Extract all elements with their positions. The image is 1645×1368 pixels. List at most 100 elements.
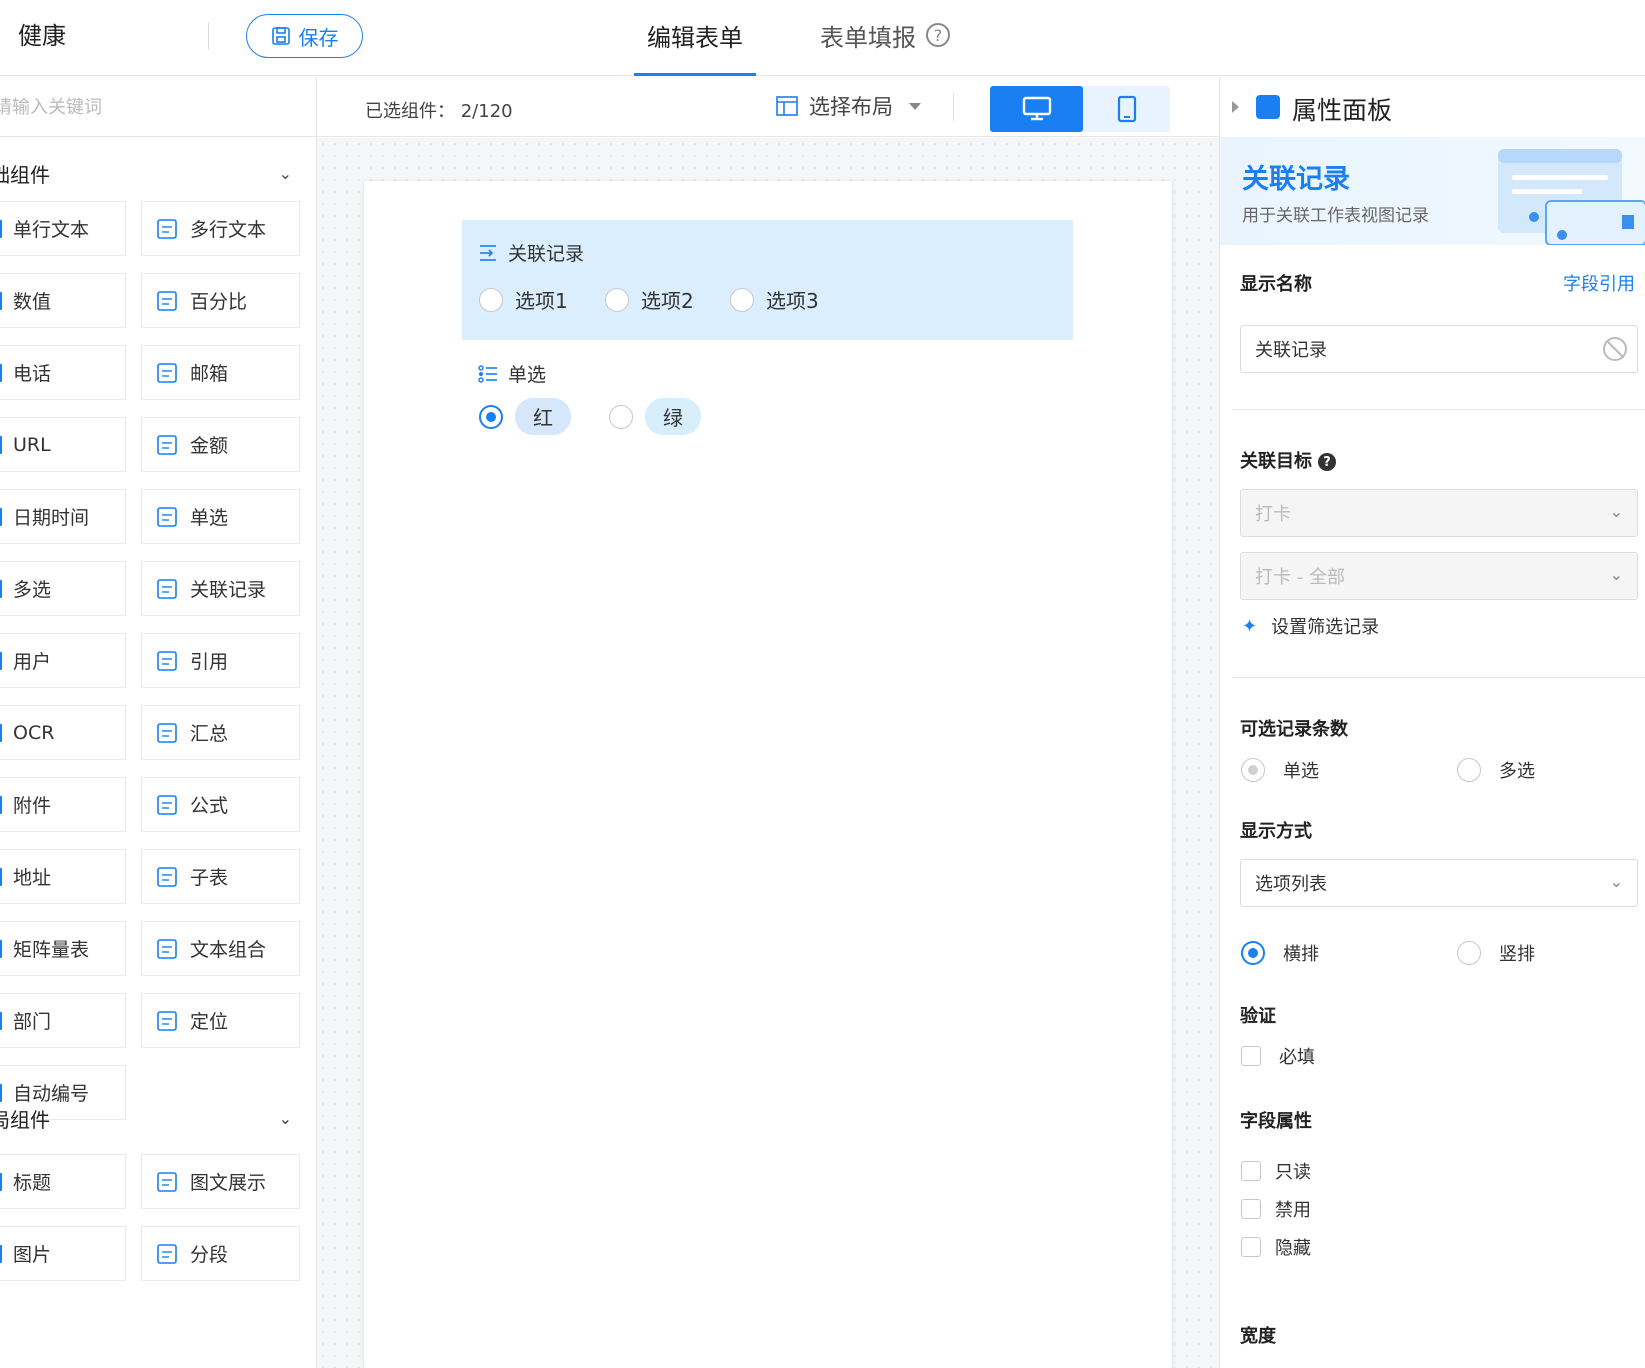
- formula-icon: [154, 792, 180, 818]
- component-item[interactable]: OCR: [0, 705, 126, 760]
- save-button[interactable]: 保存: [246, 14, 363, 58]
- option-label: 竖排: [1499, 944, 1535, 965]
- count-multi-option[interactable]: 多选: [1457, 757, 1535, 783]
- desktop-view-button[interactable]: [990, 86, 1083, 132]
- readonly-checkbox[interactable]: 只读: [1241, 1158, 1311, 1184]
- required-checkbox[interactable]: 必填: [1241, 1043, 1315, 1069]
- component-icon: [0, 792, 3, 818]
- help-icon[interactable]: ?: [1318, 453, 1336, 471]
- search-input[interactable]: [0, 87, 294, 127]
- help-icon[interactable]: ?: [926, 23, 950, 47]
- field-linked-record[interactable]: [462, 220, 1073, 340]
- canvas-toolbar: 已选组件： 2/120 选择布局: [317, 77, 1219, 137]
- component-item[interactable]: 图文展示: [141, 1154, 300, 1209]
- mobile-view-button[interactable]: [1083, 86, 1170, 132]
- field1-option-2[interactable]: 选项2: [605, 285, 694, 314]
- caret-down-icon: [909, 102, 921, 110]
- component-item[interactable]: 分段: [141, 1226, 300, 1281]
- component-item[interactable]: 标题: [0, 1154, 126, 1209]
- desktop-icon: [1022, 96, 1051, 121]
- tools-icon: ✦: [1242, 615, 1258, 637]
- display-mode-select[interactable]: 选项列表 ⌄: [1240, 859, 1638, 907]
- component-item[interactable]: 文本组合: [141, 921, 300, 976]
- chevron-down-icon: ⌄: [278, 1108, 292, 1128]
- target-view-select: 打卡 - 全部 ⌄: [1240, 552, 1638, 600]
- validation-label: 验证: [1240, 1006, 1276, 1027]
- linked-record-icon: [480, 244, 496, 261]
- orient-horizontal-option[interactable]: 横排: [1241, 940, 1319, 966]
- tab-form-fill[interactable]: 表单填报 ?: [820, 18, 950, 76]
- component-item[interactable]: 部门: [0, 993, 126, 1048]
- component-item[interactable]: 单选: [141, 489, 300, 544]
- count-single-option[interactable]: 单选: [1241, 757, 1319, 783]
- component-item[interactable]: 关联记录: [141, 561, 300, 616]
- tab-edit-form[interactable]: 编辑表单: [634, 18, 756, 76]
- component-item[interactable]: 金额: [141, 417, 300, 472]
- component-item[interactable]: 多行文本: [141, 201, 300, 256]
- component-item[interactable]: 用户: [0, 633, 126, 688]
- component-item[interactable]: 百分比: [141, 273, 300, 328]
- checkbox-icon: [1241, 1199, 1261, 1219]
- filter-records-label: 设置筛选记录: [1271, 617, 1380, 638]
- group-layout-header[interactable]: 局组件 ⌄: [0, 1098, 306, 1138]
- component-item[interactable]: 公式: [141, 777, 300, 832]
- option-label: 只读: [1275, 1162, 1311, 1183]
- component-item[interactable]: 数值: [0, 273, 126, 328]
- filter-records-link[interactable]: ✦ 设置筛选记录: [1242, 613, 1379, 639]
- component-item[interactable]: 多选: [0, 561, 126, 616]
- component-item[interactable]: 邮箱: [141, 345, 300, 400]
- component-label: 用户: [13, 651, 52, 673]
- clear-icon[interactable]: [1603, 337, 1627, 361]
- component-item[interactable]: 日期时间: [0, 489, 126, 544]
- hidden-checkbox[interactable]: 隐藏: [1241, 1234, 1311, 1260]
- field1-option-1[interactable]: 选项1: [479, 285, 568, 314]
- radio-icon: [730, 287, 754, 312]
- component-icon: [0, 648, 3, 674]
- component-item[interactable]: 矩阵量表: [0, 921, 126, 976]
- option-label: 单选: [1283, 761, 1319, 782]
- component-item[interactable]: 引用: [141, 633, 300, 688]
- component-label: 地址: [13, 867, 52, 889]
- target-label: 关联目标?: [1240, 447, 1336, 473]
- group-basic-header[interactable]: 础组件 ⌄: [0, 153, 306, 193]
- component-label: 日期时间: [13, 507, 90, 529]
- panel-title: 属性面板: [1292, 96, 1393, 125]
- component-label: 图文展示: [190, 1172, 267, 1194]
- checkbox-icon: [1241, 1161, 1261, 1181]
- multiline-text-icon: [154, 216, 180, 242]
- checkbox-icon: [1241, 1237, 1261, 1257]
- option-pill: 红: [515, 398, 571, 435]
- component-item[interactable]: 图片: [0, 1226, 126, 1281]
- collapse-arrow-icon[interactable]: [1232, 101, 1239, 113]
- component-label: 数值: [13, 291, 52, 313]
- disabled-checkbox[interactable]: 禁用: [1241, 1196, 1311, 1222]
- component-label: 多行文本: [190, 219, 267, 241]
- component-icon: [0, 504, 3, 530]
- component-item[interactable]: 地址: [0, 849, 126, 904]
- component-item[interactable]: 定位: [141, 993, 300, 1048]
- field-reference-link[interactable]: 字段引用: [1563, 270, 1635, 296]
- field1-option-3[interactable]: 选项3: [730, 285, 819, 314]
- component-item[interactable]: 汇总: [141, 705, 300, 760]
- divider: [953, 93, 954, 121]
- layout-select[interactable]: 选择布局: [775, 91, 921, 121]
- orient-vertical-option[interactable]: 竖排: [1457, 940, 1535, 966]
- field2-option-green[interactable]: 绿: [609, 398, 701, 435]
- group-basic-label: 础组件: [0, 162, 50, 187]
- component-item[interactable]: 电话: [0, 345, 126, 400]
- component-label: 矩阵量表: [13, 939, 90, 961]
- component-item[interactable]: URL: [0, 417, 126, 472]
- layout-select-label: 选择布局: [809, 95, 893, 119]
- layout-icon: [776, 96, 798, 116]
- field2-option-red[interactable]: 红: [479, 398, 571, 435]
- record-count-label: 可选记录条数: [1240, 719, 1348, 740]
- display-name-input[interactable]: 关联记录: [1240, 325, 1638, 373]
- option-label: 选项3: [766, 289, 819, 313]
- component-item[interactable]: 单行文本: [0, 201, 126, 256]
- component-item[interactable]: 子表: [141, 849, 300, 904]
- component-label: 金额: [190, 435, 229, 457]
- component-label: 标题: [13, 1172, 52, 1194]
- component-label: 子表: [190, 867, 229, 889]
- component-icon: [0, 1241, 3, 1267]
- component-item[interactable]: 附件: [0, 777, 126, 832]
